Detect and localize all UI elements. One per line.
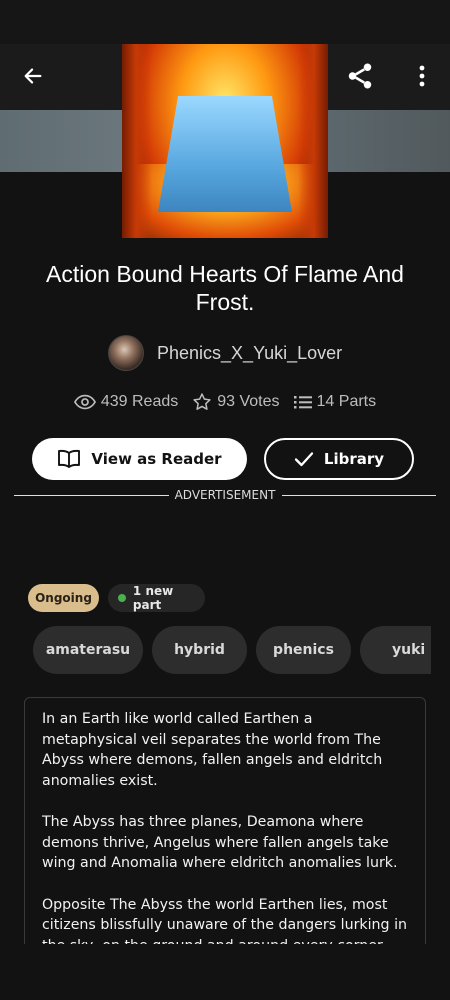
- share-button[interactable]: [340, 56, 380, 96]
- reads-count: 439 Reads: [100, 393, 179, 410]
- cover-flame-right: [298, 44, 328, 238]
- tag-label: yuki: [392, 642, 426, 658]
- new-part-badge: 1 new part: [108, 584, 205, 612]
- reads-stat: 439 Reads: [73, 392, 179, 412]
- parts-count: 14 Parts: [316, 393, 377, 410]
- tag-chip[interactable]: yuki: [360, 626, 431, 674]
- tag-chip[interactable]: amaterasu: [33, 626, 143, 674]
- more-vertical-icon: [419, 65, 425, 87]
- ongoing-badge: Ongoing: [28, 584, 99, 612]
- votes-stat: 93 Votes: [192, 392, 280, 412]
- back-button[interactable]: [13, 56, 53, 96]
- status-bar-area: [0, 0, 450, 44]
- open-book-icon: [58, 449, 81, 468]
- view-as-reader-label: View as Reader: [91, 450, 222, 468]
- new-part-label: 1 new part: [132, 584, 174, 612]
- story-cover-image: [122, 44, 328, 238]
- library-label: Library: [323, 450, 385, 468]
- divider-left: [14, 495, 169, 496]
- view-as-reader-button[interactable]: View as Reader: [32, 438, 247, 480]
- ongoing-label: Ongoing: [35, 591, 92, 605]
- arrow-left-icon: [24, 68, 42, 84]
- share-icon: [348, 63, 372, 89]
- cover-ice-shape: [158, 96, 292, 212]
- description-paragraph: The Abyss has three planes, Deamona wher…: [42, 814, 398, 871]
- author-link[interactable]: Phenics_X_Yuki_Lover: [108, 335, 343, 371]
- library-button[interactable]: Library: [264, 438, 414, 480]
- cover-flame-left: [122, 44, 152, 238]
- tag-label: amaterasu: [45, 642, 131, 658]
- description-paragraph: In an Earth like world called Earthen a …: [42, 711, 383, 789]
- tag-chip[interactable]: phenics: [256, 626, 351, 674]
- advertisement-label: ADVERTISEMENT: [174, 488, 276, 502]
- tag-list: amaterasu hybrid phenics yuki: [33, 626, 431, 674]
- parts-stat: 14 Parts: [293, 392, 377, 412]
- checkmark-icon: [294, 452, 314, 467]
- star-icon: [193, 393, 211, 410]
- votes-count: 93 Votes: [217, 393, 280, 410]
- bottom-area: [0, 944, 450, 1000]
- green-dot-icon: [118, 594, 126, 602]
- avatar: [108, 335, 144, 371]
- more-options-button[interactable]: [402, 56, 442, 96]
- list-icon: [293, 396, 312, 409]
- divider-right: [282, 495, 436, 496]
- tag-chip[interactable]: hybrid: [152, 626, 247, 674]
- tag-label: hybrid: [174, 642, 225, 658]
- story-stats: 439 Reads 93 Votes 14 Parts: [0, 392, 450, 412]
- author-name: Phenics_X_Yuki_Lover: [157, 342, 343, 363]
- story-title: Action Bound Hearts Of Flame And Frost.: [46, 261, 404, 315]
- tag-label: phenics: [273, 642, 334, 658]
- eye-icon: [73, 394, 96, 410]
